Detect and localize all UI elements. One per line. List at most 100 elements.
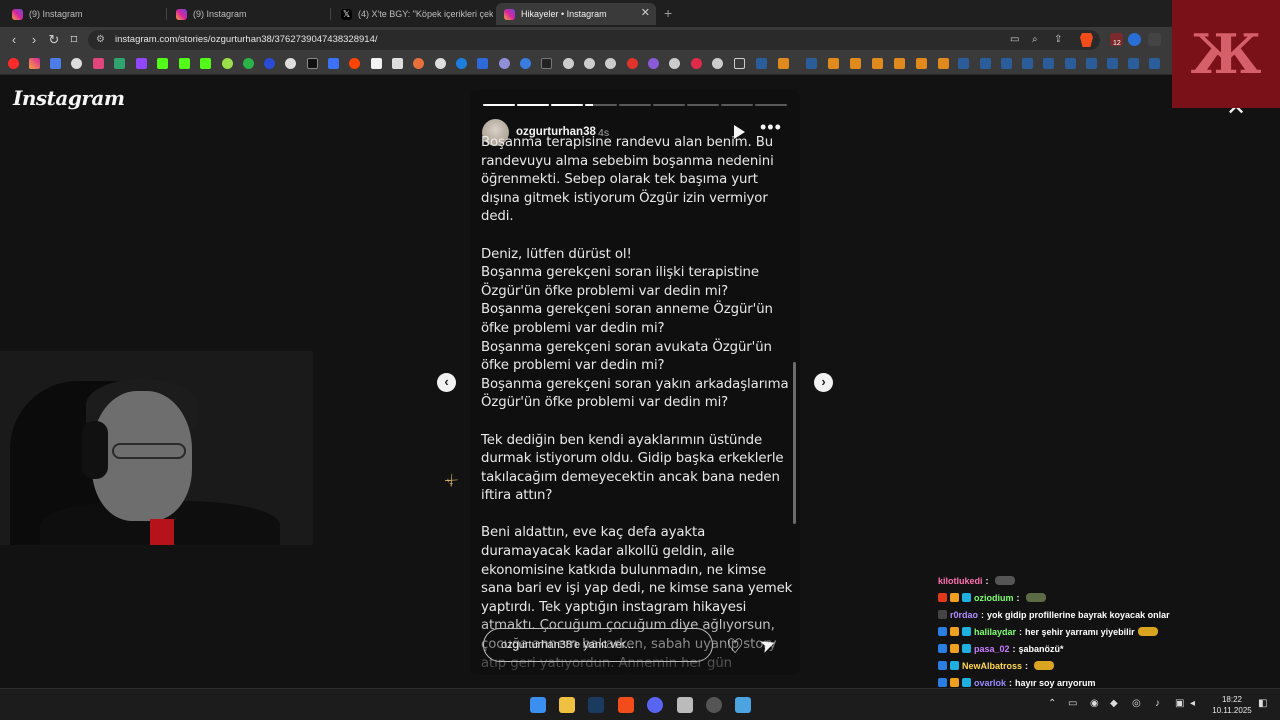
steam-bookmark-icon[interactable] bbox=[756, 58, 767, 69]
steam-bookmark-icon[interactable] bbox=[806, 58, 817, 69]
share-icon[interactable]: ⇪ bbox=[1054, 34, 1062, 45]
reload-button[interactable]: ↻ bbox=[46, 32, 62, 48]
zoom-icon[interactable]: ⌕ bbox=[1032, 34, 1038, 45]
story-scrollbar[interactable] bbox=[793, 362, 796, 524]
bookmark-icon[interactable] bbox=[648, 58, 659, 69]
steam-bookmark-icon[interactable] bbox=[1043, 58, 1054, 69]
steam-bookmark-icon[interactable] bbox=[1128, 58, 1139, 69]
microphone-icon[interactable]: ♪ bbox=[1155, 698, 1160, 709]
previous-story-button[interactable]: ‹ bbox=[437, 373, 456, 392]
steam-bookmark-icon[interactable] bbox=[1065, 58, 1076, 69]
kick-bookmark-icon[interactable] bbox=[157, 58, 168, 69]
steam-bookmark-icon[interactable] bbox=[958, 58, 969, 69]
chat-username[interactable]: pasa_02 bbox=[974, 644, 1010, 654]
battery-icon[interactable]: ▭ bbox=[1068, 698, 1077, 709]
bookmark-icon[interactable] bbox=[691, 58, 702, 69]
bookmark-icon[interactable] bbox=[371, 58, 382, 69]
next-story-button[interactable]: › bbox=[814, 373, 833, 392]
bookmark-icon[interactable] bbox=[778, 58, 789, 69]
bookmark-icon[interactable] bbox=[584, 58, 595, 69]
forward-button[interactable]: › bbox=[26, 32, 42, 48]
steam-bookmark-icon[interactable] bbox=[1086, 58, 1097, 69]
bookmark-icon[interactable] bbox=[413, 58, 424, 69]
steam-bookmark-icon[interactable] bbox=[1107, 58, 1118, 69]
bookmark-icon[interactable] bbox=[285, 58, 296, 69]
steam-tray-icon[interactable]: ◆ bbox=[1110, 698, 1118, 709]
bookmark-icon[interactable] bbox=[499, 58, 510, 69]
volume-icon[interactable]: ◂ bbox=[1190, 698, 1195, 709]
instagram-bookmark-icon[interactable] bbox=[29, 58, 40, 69]
bookmark-icon[interactable] bbox=[456, 58, 467, 69]
chat-username[interactable]: NewAlbatross bbox=[962, 661, 1022, 671]
system-clock[interactable]: 18:22 10.11.2025 bbox=[1208, 694, 1256, 716]
url-text[interactable]: instagram.com/stories/ozgurturhan38/3762… bbox=[115, 34, 378, 45]
browser-tab[interactable]: (9) Instagram bbox=[168, 3, 328, 25]
windows-start-icon[interactable] bbox=[530, 697, 546, 713]
kick-bookmark-icon[interactable] bbox=[179, 58, 190, 69]
extension-icon[interactable] bbox=[1128, 33, 1141, 46]
tray-icon[interactable]: ◉ bbox=[1090, 698, 1099, 709]
chat-username[interactable]: halilaydar bbox=[974, 627, 1016, 637]
folder-icon[interactable] bbox=[734, 58, 745, 69]
bookmark-icon[interactable] bbox=[93, 58, 104, 69]
cast-icon[interactable]: ▭ bbox=[1010, 34, 1019, 45]
bookmark-icon[interactable] bbox=[435, 58, 446, 69]
bookmark-icon[interactable] bbox=[627, 58, 638, 69]
bookmark-icon[interactable] bbox=[828, 58, 839, 69]
steam-bookmark-icon[interactable] bbox=[1022, 58, 1033, 69]
drive-bookmark-icon[interactable] bbox=[114, 58, 125, 69]
steam-icon[interactable] bbox=[588, 697, 604, 713]
bookmark-icon[interactable] bbox=[520, 58, 531, 69]
brave-browser-icon[interactable] bbox=[618, 697, 634, 713]
like-heart-icon[interactable]: ♡ bbox=[726, 634, 744, 659]
chevron-up-icon[interactable]: ⌃ bbox=[1048, 698, 1056, 709]
reddit-bookmark-icon[interactable] bbox=[349, 58, 360, 69]
bookmark-icon[interactable] bbox=[938, 58, 949, 69]
kick-bookmark-icon[interactable] bbox=[200, 58, 211, 69]
bookmark-icon[interactable] bbox=[894, 58, 905, 69]
bookmark-icon[interactable] bbox=[477, 58, 488, 69]
chat-username[interactable]: kilotlukedi bbox=[938, 576, 983, 586]
chat-username[interactable]: ovarlok bbox=[974, 678, 1006, 688]
brave-shields-icon[interactable] bbox=[1080, 33, 1093, 47]
bookmark-icon[interactable] bbox=[916, 58, 927, 69]
chat-username[interactable]: r0rdao bbox=[950, 610, 978, 620]
bookmark-icon[interactable] bbox=[541, 58, 552, 69]
browser-tab[interactable]: 𝕏 (4) X'te BGY: "Köpek içerikleri çeken bbox=[333, 3, 493, 25]
site-info-icon[interactable]: ⚙ bbox=[96, 34, 105, 45]
instagram-logo[interactable]: Instagram bbox=[13, 86, 125, 110]
extension-icon[interactable] bbox=[1148, 33, 1161, 46]
twitch-bookmark-icon[interactable] bbox=[136, 58, 147, 69]
bookmark-icon[interactable] bbox=[71, 58, 82, 69]
bookmark-icon[interactable] bbox=[264, 58, 275, 69]
bookmark-icon[interactable]: ⌑ bbox=[66, 32, 82, 48]
obs-icon[interactable] bbox=[677, 697, 693, 713]
bookmark-icon[interactable] bbox=[222, 58, 233, 69]
file-explorer-icon[interactable] bbox=[559, 697, 575, 713]
network-icon[interactable]: ▣ bbox=[1175, 698, 1184, 709]
steam-bookmark-icon[interactable] bbox=[1149, 58, 1160, 69]
address-bar[interactable]: ⚙ instagram.com/stories/ozgurturhan38/37… bbox=[88, 30, 1100, 50]
bookmark-icon[interactable] bbox=[605, 58, 616, 69]
close-tab-icon[interactable]: ✕ bbox=[641, 6, 650, 19]
steam-bookmark-icon[interactable] bbox=[1001, 58, 1012, 69]
bookmark-icon[interactable] bbox=[243, 58, 254, 69]
steam-bookmark-icon[interactable] bbox=[980, 58, 991, 69]
x-bookmark-icon[interactable] bbox=[307, 58, 318, 69]
tray-icon[interactable]: ◎ bbox=[1132, 698, 1141, 709]
bookmark-icon[interactable] bbox=[50, 58, 61, 69]
bookmark-icon[interactable] bbox=[563, 58, 574, 69]
bookmark-icon[interactable] bbox=[850, 58, 861, 69]
browser-tab[interactable]: (9) Instagram bbox=[4, 3, 164, 25]
app-icon[interactable] bbox=[735, 697, 751, 713]
reply-input[interactable] bbox=[483, 628, 713, 662]
bookmark-icon[interactable] bbox=[712, 58, 723, 69]
youtube-bookmark-icon[interactable] bbox=[8, 58, 19, 69]
bookmark-icon[interactable] bbox=[392, 58, 403, 69]
notification-icon[interactable]: ◧ bbox=[1258, 698, 1267, 709]
bookmark-icon[interactable] bbox=[872, 58, 883, 69]
bookmark-icon[interactable] bbox=[328, 58, 339, 69]
discord-icon[interactable] bbox=[647, 697, 663, 713]
new-tab-button[interactable]: + bbox=[664, 5, 672, 21]
browser-tab-active[interactable]: Hikayeler • Instagram ✕ bbox=[496, 3, 656, 25]
